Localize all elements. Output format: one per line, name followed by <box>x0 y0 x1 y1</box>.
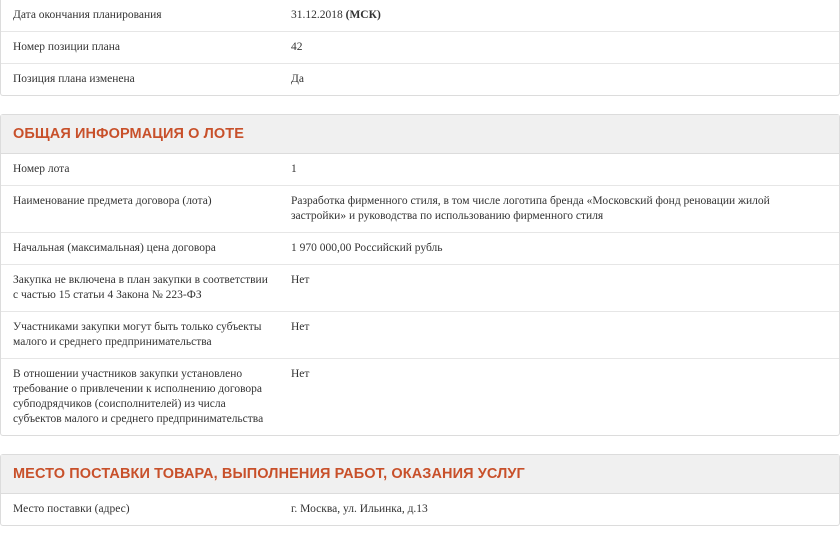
info-row: Закупка не включена в план закупки в соо… <box>1 265 839 312</box>
info-row: Начальная (максимальная) цена договора 1… <box>1 233 839 265</box>
field-label: Начальная (максимальная) цена договора <box>13 242 216 254</box>
field-value: 1 970 000,00 Российский рубль <box>291 242 443 254</box>
timezone-label: (МСК) <box>345 9 381 21</box>
info-row: Номер позиции плана 42 <box>1 32 839 64</box>
info-row: Наименование предмета договора (лота) Ра… <box>1 186 839 233</box>
field-value: Нет <box>291 274 310 286</box>
field-label: Закупка не включена в план закупки в соо… <box>13 274 268 301</box>
section-title: ОБЩАЯ ИНФОРМАЦИЯ О ЛОТЕ <box>1 115 839 154</box>
field-value: 42 <box>291 41 303 53</box>
field-value: Нет <box>291 368 310 380</box>
field-value: г. Москва, ул. Ильинка, д.13 <box>291 503 428 515</box>
field-value: 31.12.2018 (МСК) <box>291 8 839 23</box>
field-value: Разработка фирменного стиля, в том числе… <box>291 195 770 222</box>
field-label: Номер лота <box>13 163 70 175</box>
info-row: Номер лота 1 <box>1 154 839 186</box>
info-row: Место поставки (адрес) г. Москва, ул. Ил… <box>1 494 839 525</box>
field-label: Дата окончания планирования <box>13 9 162 21</box>
delivery-place-panel: МЕСТО ПОСТАВКИ ТОВАРА, ВЫПОЛНЕНИЯ РАБОТ,… <box>0 454 840 526</box>
field-value: Нет <box>291 321 310 333</box>
field-label: Участниками закупки могут быть только су… <box>13 321 262 348</box>
planning-end-date: 31.12.2018 <box>291 9 343 21</box>
info-row: Участниками закупки могут быть только су… <box>1 312 839 359</box>
info-row: Дата окончания планирования 31.12.2018 (… <box>1 0 839 32</box>
field-label: В отношении участников закупки установле… <box>13 368 264 425</box>
info-row: Позиция плана изменена Да <box>1 64 839 95</box>
plan-info-panel: Дата окончания планирования 31.12.2018 (… <box>0 0 840 96</box>
field-value: Да <box>291 73 304 85</box>
field-label: Место поставки (адрес) <box>13 503 130 515</box>
field-value: 1 <box>291 163 297 175</box>
field-label: Наименование предмета договора (лота) <box>13 195 212 207</box>
section-title: МЕСТО ПОСТАВКИ ТОВАРА, ВЫПОЛНЕНИЯ РАБОТ,… <box>1 455 839 494</box>
field-label: Номер позиции плана <box>13 41 121 53</box>
lot-info-panel: ОБЩАЯ ИНФОРМАЦИЯ О ЛОТЕ Номер лота 1 Наи… <box>0 114 840 436</box>
field-label: Позиция плана изменена <box>13 73 135 85</box>
info-row: В отношении участников закупки установле… <box>1 359 839 435</box>
